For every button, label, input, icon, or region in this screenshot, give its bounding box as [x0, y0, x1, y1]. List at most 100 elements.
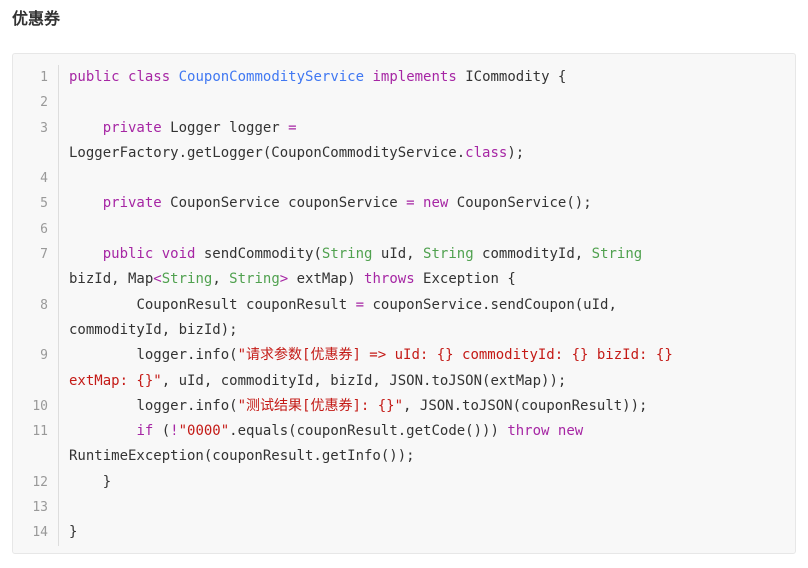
code-token-plain: Exception { — [414, 271, 516, 288]
code-token-plain: logger.info( — [69, 347, 238, 364]
code-token-plain: logger.info( — [69, 397, 238, 414]
code-token-keyword: implements — [372, 69, 457, 85]
code-token-keyword: if — [136, 423, 154, 440]
code-line: 6 — [13, 216, 795, 243]
line-number: 5 — [13, 191, 59, 217]
line-number: 12 — [13, 469, 59, 496]
code-token-plain: , uId, commodityId, bizId, JSON.toJSON(e… — [161, 372, 567, 389]
code-token-plain: LoggerFactory.getLogger(CouponCommodityS… — [69, 144, 466, 161]
code-token-keyword: class — [465, 144, 508, 161]
code-line: 13 — [13, 495, 795, 521]
code-text: private Logger logger = LoggerFactory.ge… — [59, 116, 777, 167]
code-text: } — [59, 470, 777, 495]
code-line: 14} — [13, 520, 795, 546]
code-token-plain: CouponService(); — [448, 195, 592, 212]
line-number: 4 — [13, 166, 59, 192]
code-line: 10 logger.info("测试结果[优惠券]: {}", JSON.toJ… — [13, 393, 795, 420]
code-token-plain: CouponService couponService — [161, 195, 407, 212]
code-token-type: String — [321, 246, 373, 263]
line-number: 9 — [13, 343, 59, 394]
code-token-plain: bizId, Map — [69, 271, 154, 288]
code-token-keyword: void — [161, 246, 196, 263]
line-number: 11 — [13, 419, 59, 470]
code-line: 8 CouponResult couponResult = couponServ… — [13, 292, 795, 344]
code-token-type: String — [423, 246, 474, 263]
code-token-plain: Logger logger — [161, 119, 289, 136]
code-line: 1 public class CouponCommodityService imp… — [13, 65, 795, 91]
code-text: if (!"0000".equals(couponResult.getCode(… — [59, 419, 777, 470]
code-token-type: String — [229, 271, 280, 288]
code-token-keyword: new — [423, 195, 449, 212]
code-token-keyword: throws — [364, 271, 415, 288]
code-token-keyword: = — [355, 296, 365, 313]
code-token-keyword: class — [128, 69, 171, 85]
code-token-plain: } — [69, 524, 78, 541]
code-token-plain: } — [69, 473, 112, 490]
line-number: 6 — [13, 216, 59, 243]
code-token-keyword: private — [102, 119, 162, 136]
line-number: 2 — [13, 90, 59, 116]
code-line: 9 logger.info("请求参数[优惠券] => uId: {} comm… — [13, 343, 795, 394]
line-number: 3 — [13, 115, 59, 167]
code-token-plain: commodityId, — [473, 246, 592, 263]
code-line: 2 — [13, 90, 795, 116]
code-block: 1 public class CouponCommodityService imp… — [12, 53, 796, 554]
code-token-keyword: new — [557, 423, 584, 440]
code-text: private CouponService couponService = ne… — [59, 191, 777, 216]
code-token-keyword: < — [153, 271, 162, 288]
line-number: 8 — [13, 292, 59, 344]
code-token-plain: RuntimeException(couponResult.getInfo())… — [69, 448, 415, 465]
code-token-plain: ICommodity { — [456, 69, 567, 85]
line-number: 1 — [13, 65, 59, 91]
code-text: logger.info("请求参数[优惠券] => uId: {} commod… — [59, 343, 777, 394]
code-text: logger.info("测试结果[优惠券]: {}", JSON.toJSON… — [59, 394, 777, 419]
code-line: 5 private CouponService couponService = … — [13, 191, 795, 217]
code-token-keyword: public — [102, 246, 154, 263]
code-token-keyword: public — [69, 69, 120, 85]
code-token-keyword: private — [102, 195, 162, 212]
code-token-plain: CouponResult couponResult — [69, 296, 356, 313]
line-number: 7 — [13, 242, 59, 293]
line-number: 13 — [13, 495, 59, 521]
code-token-plain: , JSON.toJSON(couponResult)); — [403, 397, 648, 414]
section-heading: 优惠券 — [12, 9, 61, 28]
code-line: 11 if (!"0000".equals(couponResult.getCo… — [13, 419, 795, 470]
code-token-plain: .equals(couponResult.getCode())) — [229, 423, 508, 440]
code-token-plain: , — [212, 271, 230, 288]
code-line: 4 — [13, 166, 795, 192]
code-token-class: CouponCommodityService — [178, 69, 365, 85]
code-token-type: String — [591, 246, 643, 263]
code-token-keyword: = — [406, 195, 415, 212]
code-line: 3 private Logger logger = LoggerFactory.… — [13, 115, 795, 167]
code-lines: 1 public class CouponCommodityService imp… — [13, 65, 795, 546]
line-number: 10 — [13, 393, 59, 420]
code-token-keyword: > — [279, 271, 289, 288]
code-token-plain: ( — [153, 423, 171, 440]
code-token-keyword: throw — [507, 423, 550, 440]
code-token-keyword: = — [288, 119, 297, 136]
code-token-string: "测试结果[优惠券]: {}" — [237, 397, 404, 414]
code-text: CouponResult couponResult = couponServic… — [59, 293, 777, 344]
code-line: 12 } — [13, 469, 795, 496]
code-token-plain: extMap) — [288, 271, 365, 288]
code-token-plain: ); — [507, 144, 525, 161]
code-token-type: String — [161, 271, 213, 288]
code-token-plain: uId, — [372, 246, 424, 263]
code-token-string: "0000" — [178, 423, 230, 440]
code-text: public class CouponCommodityService impl… — [59, 65, 777, 90]
line-number: 14 — [13, 520, 59, 546]
code-token-keyword: ! — [170, 423, 179, 440]
code-line: 7 public void sendCommodity(String uId, … — [13, 242, 795, 293]
code-token-plain: sendCommodity( — [195, 246, 322, 263]
